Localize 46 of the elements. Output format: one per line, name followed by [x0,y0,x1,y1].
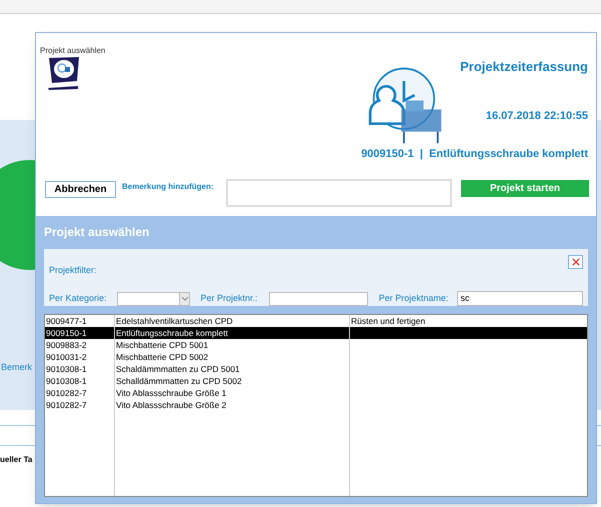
project-name: Schalldämmmatten zu CPD 5002 [115,375,243,387]
project-row[interactable]: 9009477-1 Edelstahlventilkartuschen CPD Rüsten und fertigen [45,315,587,327]
project-activity: Rüsten und fertigen [350,315,426,327]
category-label: Per Kategorie: [49,292,108,305]
project-row[interactable]: 9010308-1 Schaldämmmatten zu CPD 5001 [45,363,587,375]
project-number-field[interactable] [269,292,368,306]
remark-field[interactable] [226,179,452,207]
project-name: Mischbatterie CPD 5002 [115,351,210,363]
current-project: 9009150-1 | Entlüftungsschraube komplett [361,147,588,162]
remark-label: Bemerk [1,361,32,374]
project-number: 9010308-1 [45,375,88,387]
section-title: Projekt auswählen [44,224,150,240]
column-header: ueller Ta [0,454,32,466]
clear-filter-button[interactable] [568,255,583,269]
project-number: 9009150-1 [45,327,88,339]
project-number: 9009477-1 [45,315,88,327]
project-number: 9010282-7 [45,387,88,399]
date-time: 16.07.2018 22:10:55 [486,109,588,124]
project-name: Vito Ablassschraube Größe 1 [115,387,228,399]
project-number: 9010031-2 [45,351,88,363]
project-row[interactable]: 9010308-1 Schalldämmmatten zu CPD 5002 [45,375,587,387]
project-number: 9010282-7 [45,399,88,411]
project-number: 9010308-1 [45,363,88,375]
filter-label: Projektfilter: [49,265,97,275]
app-title: Projektzeiterfassung [460,58,588,76]
category-dropdown[interactable] [116,292,190,306]
project-name: Entlüftungsschraube komplett [115,327,229,339]
monitor-logo-icon [46,55,82,91]
project-row[interactable]: 9009150-1 Entlüftungsschraube komplett [45,327,587,339]
project-name: Vito Ablassschraube Größe 2 [115,399,228,411]
project-name: Edelstahlventilkartuschen CPD [115,315,234,327]
project-name-field[interactable]: sc [457,291,584,306]
project-number-label: Per Projektnr.: [200,292,258,305]
project-row[interactable]: 9010031-2 Mischbatterie CPD 5002 [45,351,587,363]
window-title: Projekt auswählen [40,46,106,55]
project-row[interactable]: 9009883-2 Mischbatterie CPD 5001 [45,339,587,351]
cancel-button[interactable]: Abbrechen [45,181,116,198]
remark-label: Bemerkung hinzufügen: [122,181,214,193]
clear-filter-icon [572,258,580,266]
chevron-down-icon [182,296,188,300]
project-row[interactable]: 9010282-7 Vito Ablassschraube Größe 1 [45,387,587,399]
project-number: 9009883-2 [45,339,88,351]
project-row[interactable]: 9010282-7 Vito Ablassschraube Größe 2 [45,399,587,411]
project-name: Mischbatterie CPD 5001 [115,339,210,351]
project-name-label: Per Projektname: [378,292,450,305]
project-name: Schaldämmmatten zu CPD 5001 [115,363,241,375]
